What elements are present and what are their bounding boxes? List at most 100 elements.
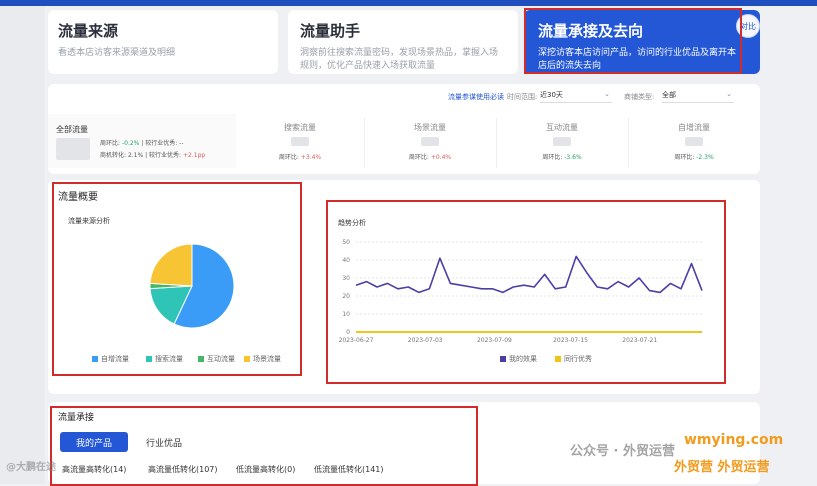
legend-label: 场景流量: [253, 355, 281, 363]
kpi-title: 场景流量: [414, 123, 446, 132]
compare-badge[interactable]: 对比: [736, 14, 760, 38]
legend-label: 同行优秀: [564, 355, 592, 363]
kpi-wow-value: +0.4%: [430, 154, 452, 161]
chevron-down-icon: ⌄: [604, 90, 610, 98]
blur-value: [56, 138, 90, 160]
trend-chart: 0 10 20 30 40 50 2023-06-27 2023-07-03 2023-07-0…: [339, 239, 703, 344]
total-traffic-title: 全部流量: [56, 125, 88, 134]
y-tick-label: 20: [342, 293, 350, 300]
subtab-high-high[interactable]: 高流量高转化(14): [62, 464, 126, 475]
card-desc: 深挖访客本店访问产品，访问的行业优品及离开本店后的流失去向: [538, 48, 737, 71]
legend-item-search[interactable]: 搜索流量: [146, 354, 183, 364]
legend-item-scene[interactable]: 场景流量: [244, 354, 281, 364]
card-desc: 看透本店访客来源渠道及明细: [58, 48, 176, 58]
x-tick-label: 2023-07-21: [622, 337, 657, 344]
kpi-title: 互动流量: [546, 123, 578, 132]
blur-value: [553, 137, 571, 146]
kpi-search: 搜索流量 周环比: +3.4%: [252, 122, 348, 161]
legend-label: 搜索流量: [155, 355, 183, 363]
y-tick-label: 10: [342, 311, 350, 318]
kpi-self: 自增流量 周环比: -2.3%: [646, 122, 742, 161]
wow-label: 周环比:: [100, 140, 121, 147]
chevron-down-icon: ⌄: [726, 90, 732, 98]
subtab-high-low[interactable]: 高流量低转化(107): [148, 464, 218, 475]
conv-label: 商机转化:: [100, 152, 127, 159]
legend-label: 互动流量: [207, 355, 235, 363]
peer-label: 较行业优秀:: [145, 140, 178, 147]
channel-value: 全部: [662, 91, 676, 99]
watermark-brand: wmying.com: [684, 432, 784, 448]
card-traffic-acceptance[interactable]: 流量承接及去向 深挖访客本店访问产品，访问的行业优品及离开本店后的流失去向 对比: [524, 10, 760, 74]
legend-item-interact[interactable]: 互动流量: [198, 354, 235, 364]
kpi-wow-label: 周环比:: [278, 154, 299, 161]
wow-value: -0.2%: [121, 140, 140, 147]
trend-plot: 0 10 20 30 40 50 2023-06-27 2023-07-03 2023-07-0…: [339, 239, 703, 344]
conv-value: 2.1%: [127, 152, 144, 159]
y-tick-label: 0: [346, 329, 350, 336]
guide-link[interactable]: 流量参谋使用必读: [448, 92, 504, 102]
watermark-left: @大鹏在途: [6, 462, 56, 473]
divider: [628, 118, 629, 168]
card-title: 流量承接及去向: [538, 22, 644, 40]
conv-peer-value: +2.1pp: [183, 152, 206, 159]
peer-value: --: [179, 140, 184, 147]
kpi-wow-label: 周环比:: [542, 154, 563, 161]
accept-title: 流量承接: [58, 413, 95, 423]
channel-select[interactable]: 全部 ⌄: [662, 90, 734, 103]
blur-value: [291, 137, 309, 146]
kpi-wow-label: 周环比:: [408, 154, 429, 161]
conv-peer-label: 较行业优秀:: [149, 152, 182, 159]
tab-industry-products[interactable]: 行业优品: [134, 432, 194, 452]
blur-value: [421, 137, 439, 146]
checkbox-icon: [555, 356, 561, 362]
x-tick-label: 2023-06-27: [339, 337, 374, 344]
legend-item-peer[interactable]: 同行优秀: [555, 354, 592, 364]
top-bar: [0, 0, 817, 6]
summary-panel: 流量参谋使用必读 时间范围: 近30天 ⌄ 商铺类型: 全部 ⌄ 全部流量 周环…: [48, 84, 760, 174]
kpi-interact: 互动流量 周环比: -3.6%: [514, 122, 610, 161]
y-tick-label: 40: [342, 257, 350, 264]
pie-slices: [149, 243, 235, 329]
kpi-wow-value: -3.6%: [564, 154, 582, 161]
tab-my-products[interactable]: 我的产品: [60, 432, 128, 452]
legend-swatch-icon: [146, 356, 152, 362]
channel-label: 商铺类型:: [624, 93, 655, 101]
x-tick-label: 2023-07-03: [408, 337, 443, 344]
legend-item-self[interactable]: 自增流量: [92, 354, 129, 364]
divider: [496, 118, 497, 168]
legend-item-mine[interactable]: 我的效果: [500, 354, 537, 364]
kpi-wow-value: -2.3%: [696, 154, 714, 161]
period-label: 时间范围:: [507, 93, 538, 101]
kpi-wow-label: 周环比:: [674, 154, 695, 161]
blur-value: [685, 137, 703, 146]
legend-swatch-icon: [244, 356, 250, 362]
kpi-title: 搜索流量: [284, 123, 316, 132]
kpi-wow-value: +3.4%: [300, 154, 322, 161]
card-traffic-source[interactable]: 流量来源 看透本店访客来源渠道及明细: [48, 10, 278, 74]
total-traffic-block: 全部流量 周环比: -0.2% | 较行业优秀: -- 商机转化: 2.1% |…: [48, 114, 236, 168]
subtab-low-low[interactable]: 低流量低转化(141): [314, 464, 384, 475]
subtab-low-high[interactable]: 低流量高转化(0): [236, 464, 295, 475]
period-value: 近30天: [540, 91, 563, 99]
series-line-mine[interactable]: [355, 255, 703, 294]
legend-label: 自增流量: [101, 355, 129, 363]
card-title: 流量助手: [300, 22, 361, 40]
legend-swatch-icon: [198, 356, 204, 362]
pie-chart: [149, 243, 235, 329]
y-tick-label: 30: [342, 275, 350, 282]
x-tick-label: 2023-07-15: [553, 337, 588, 344]
trend-title: 趋势分析: [338, 219, 366, 227]
pie-slice-scene[interactable]: [149, 243, 193, 287]
left-gutter: [0, 6, 45, 484]
period-select[interactable]: 近30天 ⌄: [540, 90, 612, 103]
card-desc: 洞察前往搜索流量密码，发现场景热品，掌握入场规则，优化产品快速入场获取流量: [300, 48, 499, 71]
card-title: 流量来源: [58, 22, 119, 40]
kpi-title: 自增流量: [678, 123, 710, 132]
kpi-scene: 场景流量 周环比: +0.4%: [382, 122, 478, 161]
card-traffic-assistant[interactable]: 流量助手 洞察前往搜索流量密码，发现场景热品，掌握入场规则，优化产品快速入场获取…: [288, 10, 518, 74]
y-tick-label: 50: [342, 239, 350, 246]
watermark-center: 公众号 · 外贸运营: [570, 444, 675, 459]
overview-title: 流量概要: [58, 192, 98, 203]
legend-swatch-icon: [92, 356, 98, 362]
checkbox-icon: [500, 356, 506, 362]
